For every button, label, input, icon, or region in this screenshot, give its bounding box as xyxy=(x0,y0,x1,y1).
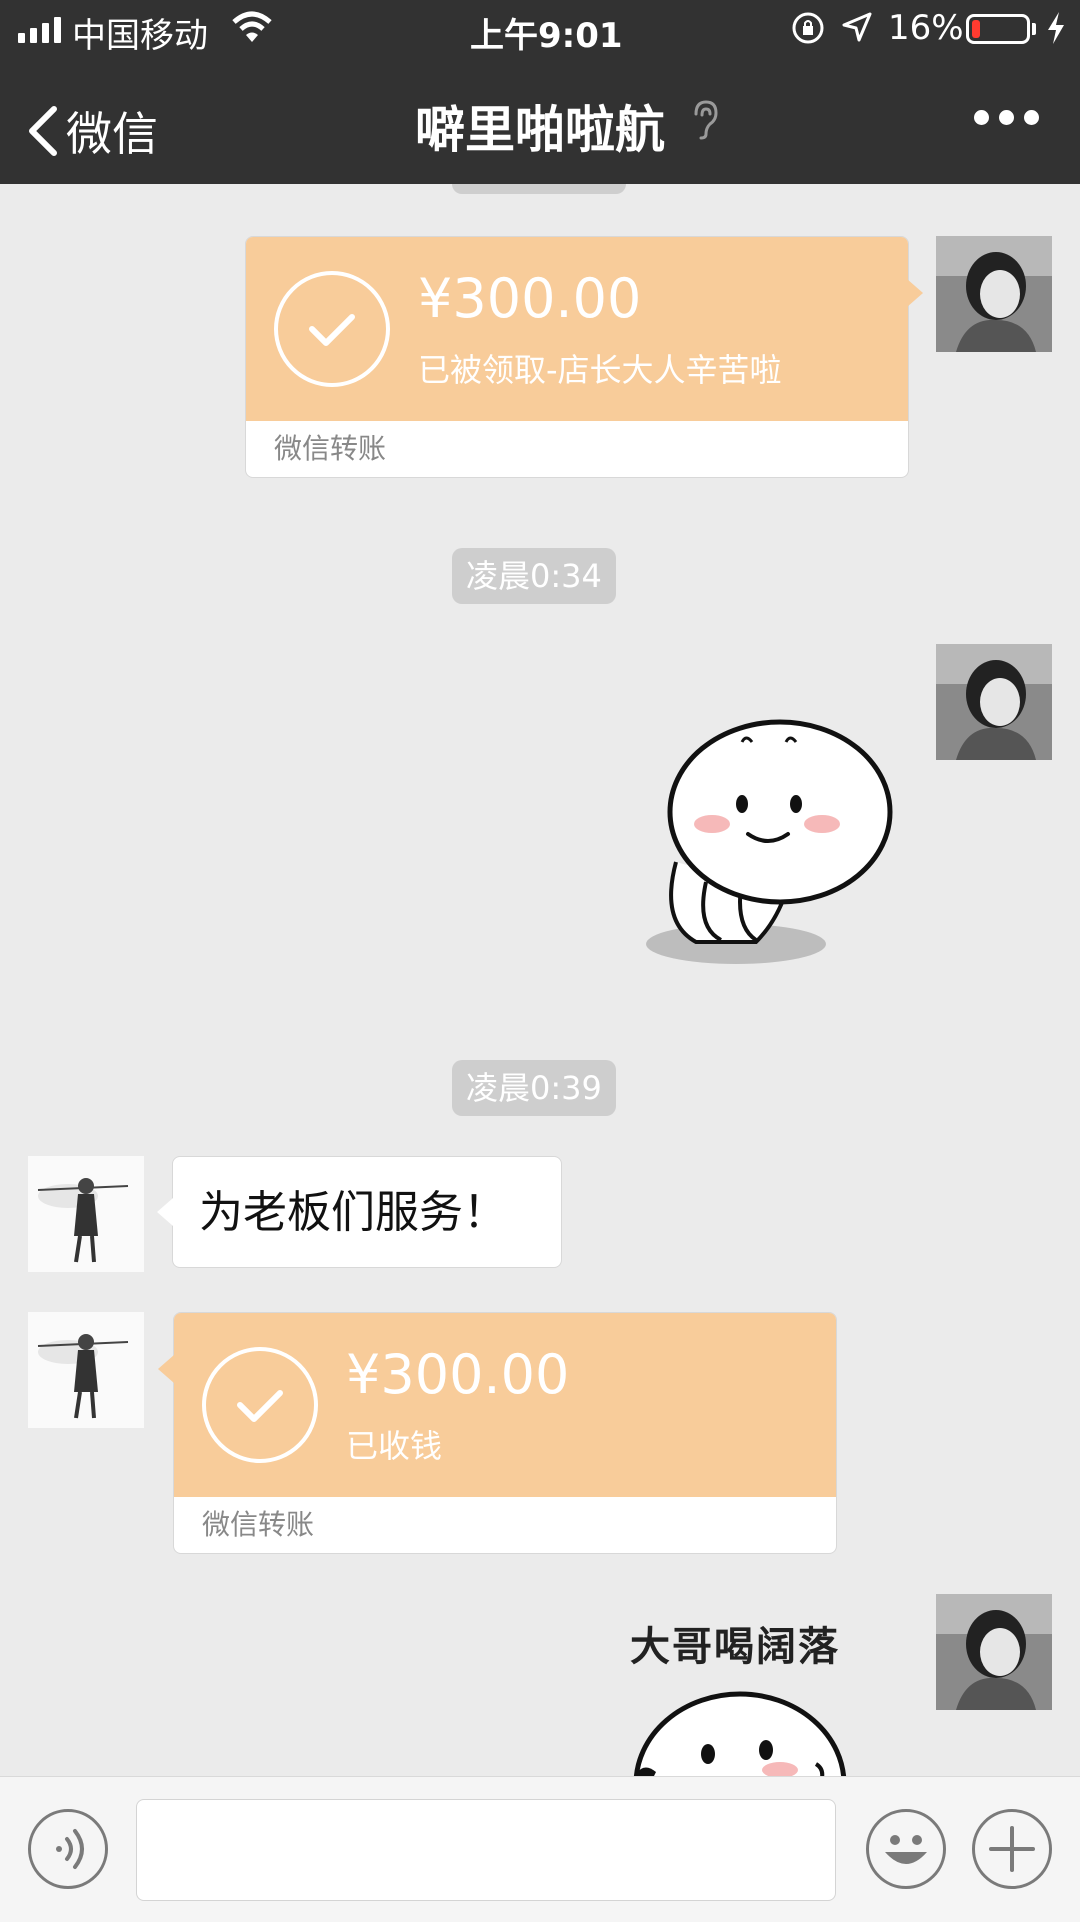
transfer-footer: 微信转账 xyxy=(202,1508,315,1541)
bubble-tail xyxy=(157,1198,173,1226)
status-bar: 中国移动 上午9:01 16% xyxy=(0,0,1080,60)
transfer-card-sent[interactable]: ¥300.00 已被领取-店长大人辛苦啦 微信转账 xyxy=(245,236,909,478)
avatar-contact[interactable] xyxy=(28,1156,144,1272)
sticker-image[interactable] xyxy=(620,1684,860,1776)
avatar-photo xyxy=(936,236,1052,352)
input-bar xyxy=(0,1776,1080,1922)
voice-button[interactable] xyxy=(28,1809,108,1889)
bubble-tail xyxy=(907,279,923,307)
voice-icon xyxy=(56,1829,84,1869)
avatar-me[interactable] xyxy=(936,644,1052,760)
status-time: 上午9:01 xyxy=(470,16,623,56)
rotation-lock-icon xyxy=(792,12,824,44)
avatar-photo xyxy=(28,1312,144,1428)
emoji-icon xyxy=(885,1835,927,1864)
chat-area[interactable]: ¥300.00 已被领取-店长大人辛苦啦 微信转账 凌晨0:34 凌晨0:39 xyxy=(0,184,1080,1776)
avatar-contact[interactable] xyxy=(28,1312,144,1428)
avatar-me[interactable] xyxy=(936,1594,1052,1710)
transfer-amount: ¥300.00 xyxy=(418,267,642,330)
transfer-card-top: ¥300.00 已收钱 xyxy=(174,1313,836,1497)
sticker-image[interactable] xyxy=(636,712,906,974)
sticker-caption: 大哥喝阔落 xyxy=(630,1623,840,1670)
more-button[interactable] xyxy=(974,110,1039,125)
location-arrow-icon xyxy=(842,12,872,42)
check-circle-icon xyxy=(274,271,390,387)
battery-tip xyxy=(1032,23,1036,35)
emoji-button[interactable] xyxy=(866,1809,946,1889)
message-input[interactable] xyxy=(136,1799,836,1901)
timestamp-pill-partial xyxy=(452,184,626,194)
transfer-footer: 微信转账 xyxy=(274,432,387,465)
plus-button[interactable] xyxy=(972,1809,1052,1889)
carrier-name: 中国移动 xyxy=(72,16,208,56)
battery-percent: 16% xyxy=(888,8,964,48)
ear-icon xyxy=(694,100,718,140)
more-icon xyxy=(974,110,989,125)
bubble-tail xyxy=(158,1355,174,1383)
nav-bar: 微信 噼里啪啦航 xyxy=(0,60,1080,184)
transfer-card-received[interactable]: ¥300.00 已收钱 微信转账 xyxy=(173,1312,837,1554)
transfer-status: 已被领取-店长大人辛苦啦 xyxy=(418,351,782,389)
avatar-photo xyxy=(28,1156,144,1272)
transfer-status: 已收钱 xyxy=(346,1427,443,1465)
charging-bolt-icon xyxy=(1048,12,1064,44)
chat-title: 噼里啪啦航 xyxy=(415,101,665,159)
check-circle-icon xyxy=(202,1347,318,1463)
battery-icon xyxy=(966,14,1030,44)
timestamp-pill: 凌晨0:34 xyxy=(452,548,616,604)
avatar-photo xyxy=(936,644,1052,760)
chat-title-wrap: 噼里啪啦航 xyxy=(0,90,1080,162)
plus-icon xyxy=(989,1826,1035,1872)
transfer-card-top: ¥300.00 已被领取-店长大人辛苦啦 xyxy=(246,237,908,421)
wifi-icon xyxy=(232,11,272,42)
transfer-amount: ¥300.00 xyxy=(346,1343,570,1406)
cellular-signal-icon xyxy=(18,15,61,43)
timestamp-pill: 凌晨0:39 xyxy=(452,1060,616,1116)
avatar-me[interactable] xyxy=(936,236,1052,352)
avatar-photo xyxy=(936,1594,1052,1710)
text-message-bubble[interactable]: 为老板们服务！ xyxy=(172,1156,562,1268)
